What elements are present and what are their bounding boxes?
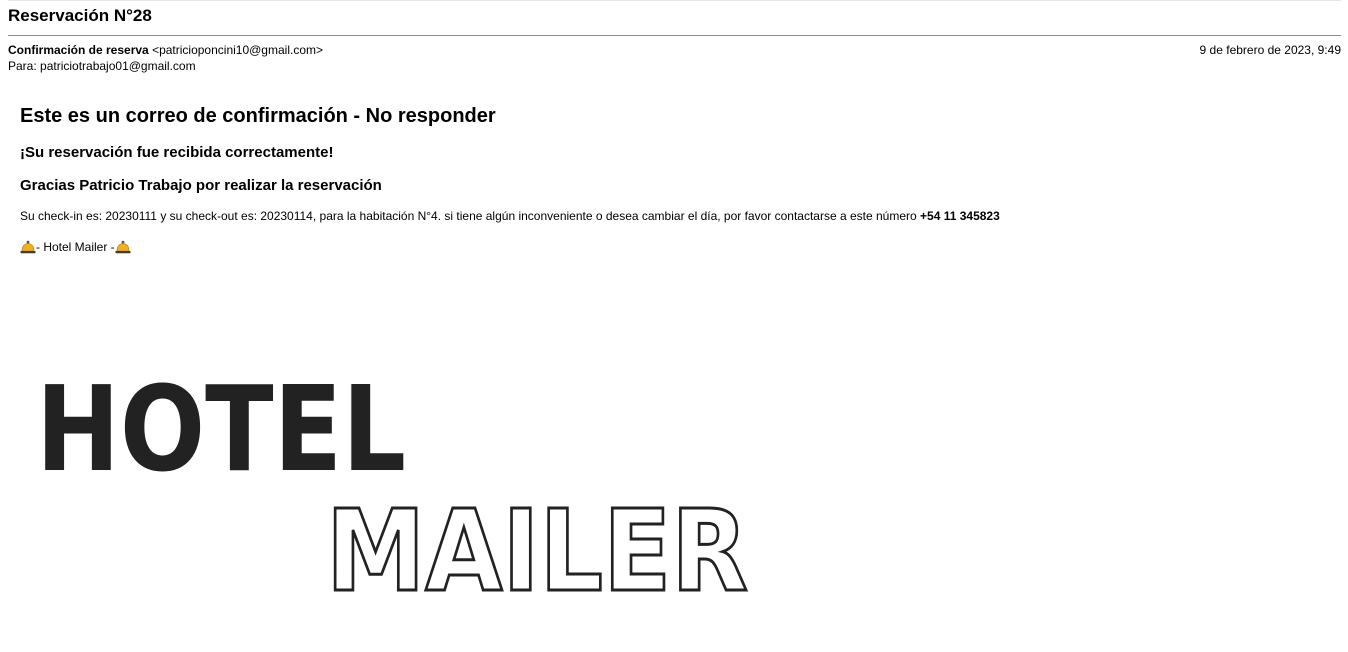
top-divider [8, 0, 1341, 1]
header-divider [8, 35, 1341, 36]
hotel-mailer-logo: HOTEL MAILER [36, 372, 750, 602]
sender-address[interactable]: <patricioponcini10@gmail.com> [152, 43, 323, 57]
signature: - Hotel Mailer - [20, 239, 131, 255]
received-message: ¡Su reservación fue recibida correctamen… [20, 144, 334, 161]
email-date: 9 de febrero de 2023, 9:49 [1199, 43, 1341, 57]
email-view: Reservación N°28 Confirmación de reserva… [0, 0, 1348, 652]
recipient-line: Para: patriciotrabajo01@gmail.com [8, 59, 196, 73]
confirmation-heading: Este es un correo de confirmación - No r… [20, 105, 496, 127]
details-text: Su check-in es: 20230111 y su check-out … [20, 209, 921, 223]
contact-phone: +54 11 345823 [920, 209, 1000, 223]
email-body: Este es un correo de confirmación - No r… [20, 104, 1328, 254]
logo-word-hotel: HOTEL [36, 372, 406, 498]
logo-word-mailer: MAILER [326, 487, 748, 602]
sender-line: Confirmación de reserva <patricioponcini… [8, 43, 323, 57]
sender-name: Confirmación de reserva [8, 43, 149, 57]
reservation-details: Su check-in es: 20230111 y su check-out … [20, 209, 1000, 223]
bell-icon [20, 240, 36, 254]
thanks-message: Gracias Patricio Trabajo por realizar la… [20, 177, 382, 194]
signature-text: - Hotel Mailer - [36, 240, 115, 254]
bell-icon [115, 240, 131, 254]
email-subject: Reservación N°28 [8, 6, 152, 25]
